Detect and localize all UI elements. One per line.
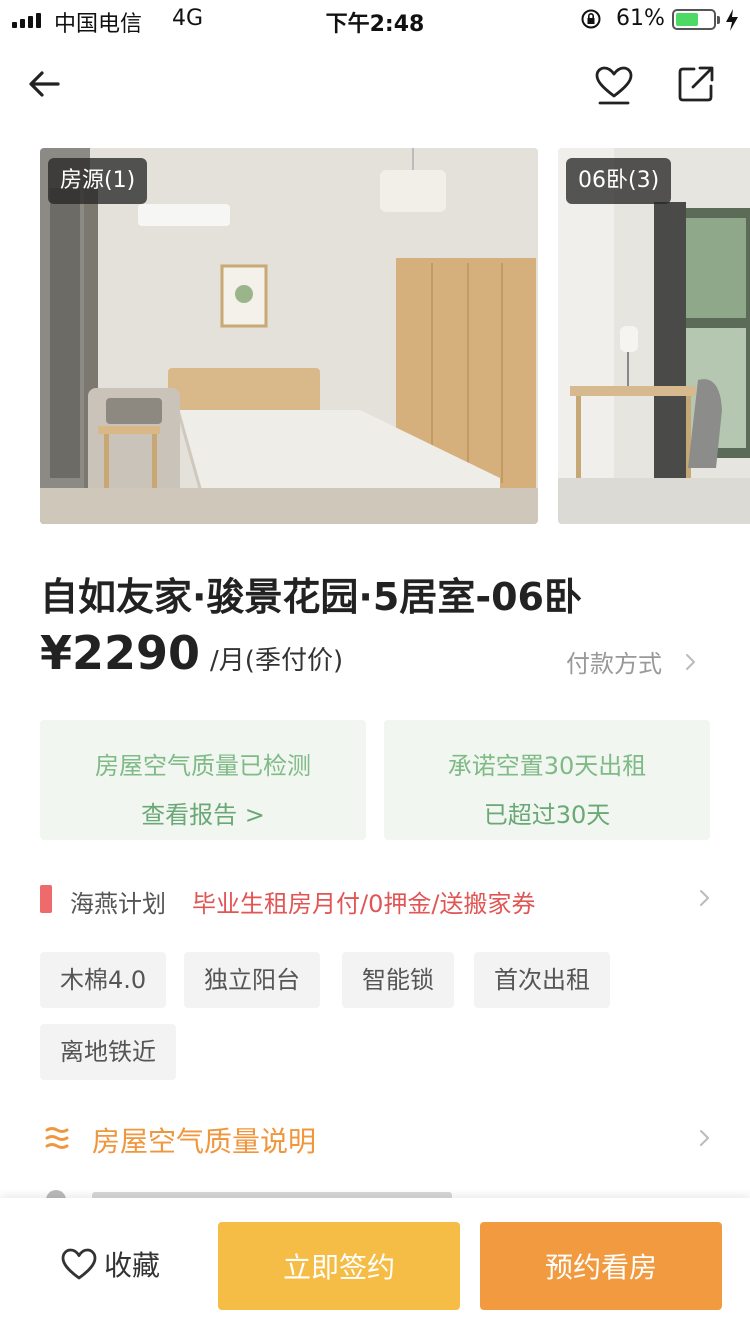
air-waves-icon (45, 1127, 69, 1149)
room-photo-2[interactable]: 06卧(3) (558, 148, 750, 524)
sign-now-button[interactable]: 立即签约 (218, 1222, 460, 1310)
chevron-right-icon (686, 653, 695, 670)
bedroom-photo-image (40, 148, 538, 524)
payment-method-link[interactable]: 付款方式 (566, 644, 700, 679)
promo-name: 海燕计划 (70, 890, 166, 918)
card-2-status: 已超过30天 (483, 801, 611, 829)
price-row: ¥2290 /月(季付价) (40, 626, 343, 680)
book-viewing-button[interactable]: 预约看房 (480, 1222, 722, 1310)
price: ¥2290 (40, 626, 201, 680)
feature-tag: 离地铁近 (40, 1024, 176, 1080)
feature-tag: 独立阳台 (184, 952, 320, 1008)
promo-row[interactable]: 海燕计划 毕业生租房月付/0押金/送搬家券 (40, 878, 720, 922)
charging-icon (726, 9, 738, 31)
status-bar: 中国电信 4G 下午2:48 61% (0, 0, 750, 40)
feature-tag: 首次出租 (474, 952, 610, 1008)
promo-text: 毕业生租房月付/0押金/送搬家券 (192, 890, 536, 918)
air-quality-report-card[interactable]: 房屋空气质量已检测 查看报告 > (40, 720, 366, 840)
vacancy-promise-card: 承诺空置30天出租 已超过30天 (384, 720, 710, 840)
payment-method-label: 付款方式 (566, 650, 662, 678)
room-photo-1[interactable]: 房源(1) (40, 148, 538, 524)
feature-tag: 木棉4.0 (40, 952, 167, 1008)
price-unit: /月(季付价) (210, 646, 344, 676)
heart-icon (61, 1248, 97, 1280)
air-quality-label: 房屋空气质量说明 (92, 1125, 317, 1158)
photo-tag-2: 06卧(3) (566, 158, 672, 204)
card-1-title: 房屋空气质量已检测 (95, 752, 311, 780)
share-icon[interactable] (674, 62, 718, 106)
promo-marker (40, 885, 52, 913)
rotation-lock-icon (581, 9, 601, 29)
card-2-title: 承诺空置30天出租 (447, 752, 647, 780)
battery-level-fill (676, 13, 698, 26)
feature-tag: 智能锁 (342, 952, 454, 1008)
collect-button[interactable]: 收藏 (60, 1244, 160, 1284)
collect-label: 收藏 (104, 1249, 161, 1282)
battery-percentage: 61% (616, 6, 665, 31)
battery-icon (672, 9, 720, 30)
back-arrow-icon[interactable] (24, 64, 64, 104)
bottom-action-bar: 收藏 立即签约 预约看房 (0, 1198, 750, 1334)
photo-tag-1: 房源(1) (48, 158, 148, 204)
view-report-link[interactable]: 查看报告 > (40, 795, 366, 830)
listing-title: 自如友家·骏景花园·5居室-06卧 (40, 575, 582, 619)
chevron-right-icon (700, 890, 709, 906)
chevron-right-icon (700, 1130, 709, 1146)
photo-gallery[interactable]: 房源(1) 06卧(3) (0, 148, 750, 524)
room-06-photo-image (558, 148, 750, 524)
air-quality-explanation-row[interactable]: 房屋空气质量说明 (40, 1116, 720, 1162)
favorite-heart-icon[interactable] (592, 62, 636, 106)
